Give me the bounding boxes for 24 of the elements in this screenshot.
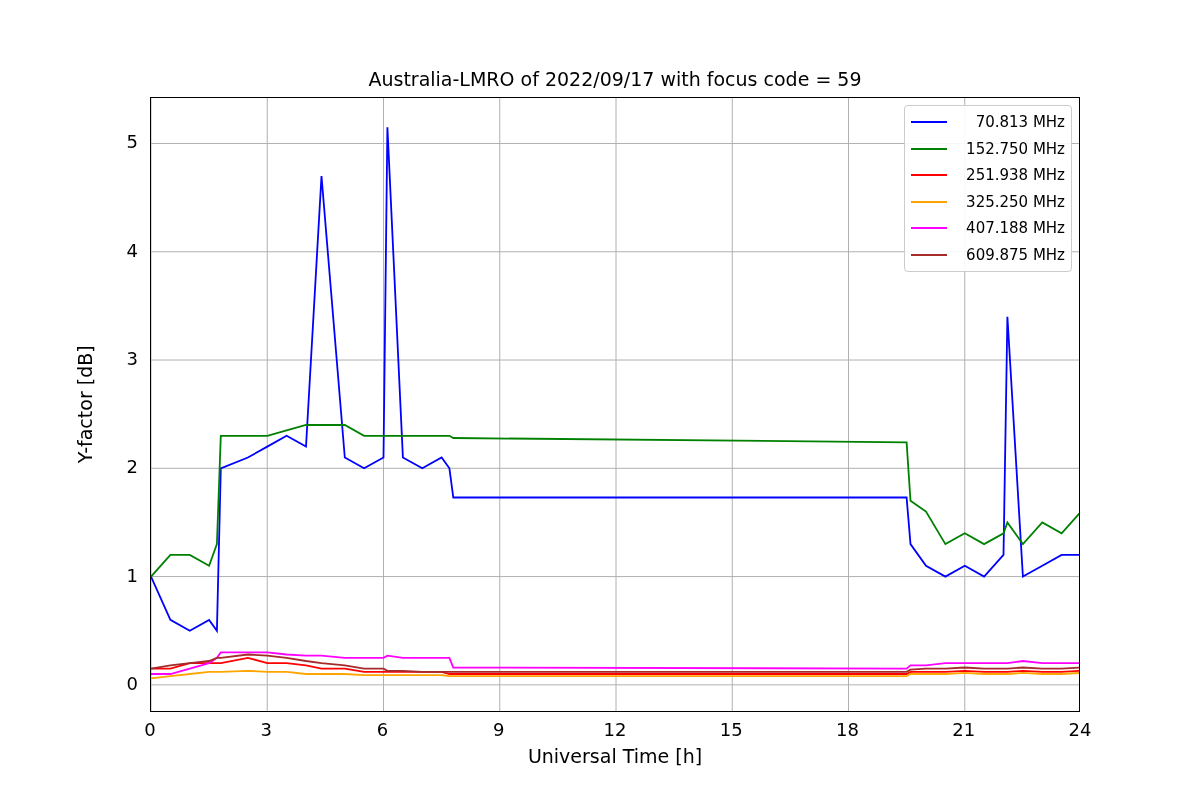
x-axis-label: Universal Time [h] xyxy=(527,744,703,769)
legend-label: 152.750 MHz xyxy=(965,138,1065,160)
legend-label: 251.938 MHz xyxy=(965,165,1065,186)
y-tick-label: 3 xyxy=(126,348,138,370)
x-tick-label: 24 xyxy=(1067,719,1093,741)
y-tick-label: 4 xyxy=(126,239,138,262)
legend-label: 70.813 MHz xyxy=(974,112,1065,133)
x-tick-label: 18 xyxy=(835,719,860,741)
x-tick-label: 15 xyxy=(718,719,744,741)
legend-label: 407.188 MHz xyxy=(965,218,1065,239)
x-tick-label: 21 xyxy=(951,719,977,741)
y-tick-label: 1 xyxy=(126,564,138,587)
y-tick-label: 5 xyxy=(126,131,138,154)
y-tick-label: 2 xyxy=(126,456,138,479)
legend-label: 609.875 MHz xyxy=(965,244,1065,266)
y-tick-label: 0 xyxy=(126,672,138,695)
x-tick-label: 0 xyxy=(143,719,157,741)
x-tick-label: 6 xyxy=(375,719,390,741)
legend-label: 325.250 MHz xyxy=(965,191,1065,213)
x-tick-label: 9 xyxy=(492,719,506,741)
x-tick-label: 3 xyxy=(259,719,273,741)
y-axis-label: Y-factor [dB] xyxy=(72,345,97,464)
x-tick-label: 12 xyxy=(602,719,628,741)
chart-title: Australia-LMRO of 2022/09/17 with focus code = 59 xyxy=(368,67,862,92)
